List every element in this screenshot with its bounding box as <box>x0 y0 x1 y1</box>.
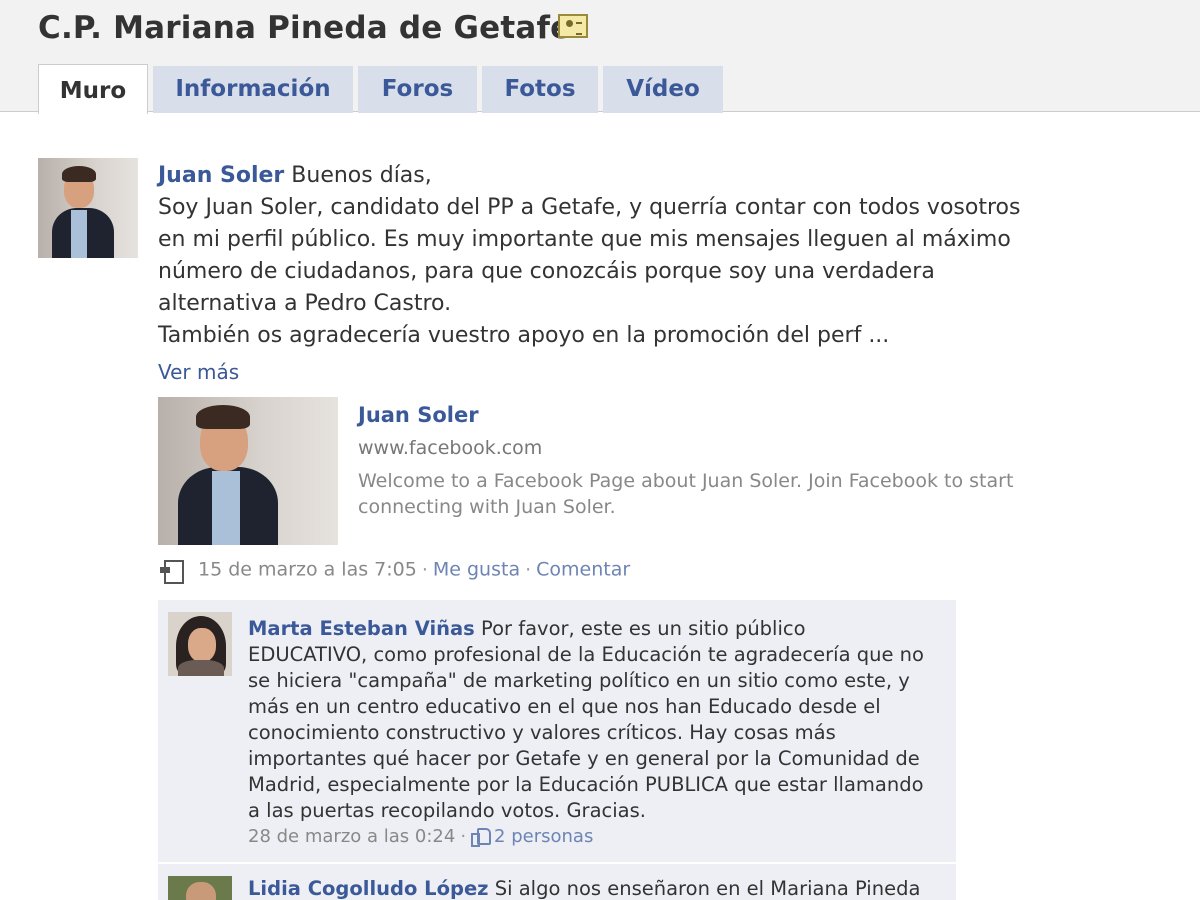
tab-muro[interactable]: Muro <box>38 64 148 114</box>
comment-line: Madrid, especialmente por la Educación P… <box>248 773 924 796</box>
comment-line: se hiciera "campaña" de marketing políti… <box>248 669 910 692</box>
tab-fotos[interactable]: Fotos <box>482 66 598 113</box>
post-body: Juan Soler Buenos días, Soy Juan Soler, … <box>158 160 1078 352</box>
attachment-url: www.facebook.com <box>358 437 543 459</box>
shared-link-icon <box>160 558 186 584</box>
post-line: alternativa a Pedro Castro. <box>158 291 452 316</box>
comment-line: importantes qué hacer por Getafe y en ge… <box>248 747 920 770</box>
comment-author[interactable]: Lidia Cogolludo López <box>248 877 489 900</box>
page-title: C.P. Mariana Pineda de Getafe <box>38 10 572 46</box>
attachment-title[interactable]: Juan Soler <box>358 403 479 427</box>
comment-body: Lidia Cogolludo López Si algo nos enseña… <box>248 876 920 900</box>
attachment-thumbnail[interactable] <box>158 397 338 545</box>
comment-body: Marta Esteban Viñas Por favor, este es u… <box>248 616 924 824</box>
separator: · <box>460 826 467 847</box>
thumbs-up-icon <box>471 827 492 847</box>
attachment-description: Welcome to a Facebook Page about Juan So… <box>358 468 1078 520</box>
post-line: número de ciudadanos, para que conozcáis… <box>158 259 935 284</box>
comment-line: más en un centro educativo en el que nos… <box>248 695 881 718</box>
tab-informacion[interactable]: Información <box>153 66 353 113</box>
comment-divider <box>158 862 956 864</box>
post-line: en mi perfil público. Es muy importante … <box>158 227 1011 252</box>
commenter-avatar[interactable] <box>168 876 232 900</box>
comment-line: conocimiento constructivo y valores crít… <box>248 721 836 744</box>
comment-link[interactable]: Comentar <box>536 559 630 581</box>
comment-timestamp[interactable]: 28 de marzo a las 0:24 <box>248 826 455 847</box>
see-more-link[interactable]: Ver más <box>158 360 239 384</box>
contact-card-icon[interactable] <box>558 14 588 38</box>
comment-meta: 28 de marzo a las 0:24 · 2 personas <box>248 826 593 847</box>
comment-line: Si algo nos enseñaron en el Mariana Pine… <box>494 877 921 900</box>
comment-line: Por favor, este es un sitio público <box>481 617 806 640</box>
separator: · <box>421 558 428 581</box>
tab-foros[interactable]: Foros <box>358 66 477 113</box>
comments-section: Marta Esteban Viñas Por favor, este es u… <box>158 600 956 900</box>
like-link[interactable]: Me gusta <box>433 559 520 581</box>
post-line: Soy Juan Soler, candidato del PP a Getaf… <box>158 195 1021 220</box>
separator: · <box>525 558 532 581</box>
attachment-description-line: connecting with Juan Soler. <box>358 496 616 518</box>
post-timestamp[interactable]: 15 de marzo a las 7:05 <box>198 559 417 581</box>
comment-author[interactable]: Marta Esteban Viñas <box>248 617 475 640</box>
comment-likes[interactable]: 2 personas <box>494 826 593 847</box>
post-line: Buenos días, <box>291 163 432 188</box>
comment-line: a las puertas recopilando votos. Gracias… <box>248 799 646 822</box>
post-line: También os agradecería vuestro apoyo en … <box>158 323 890 348</box>
post-author-avatar[interactable] <box>38 158 138 258</box>
tab-video[interactable]: Vídeo <box>603 66 723 113</box>
post-meta: 15 de marzo a las 7:05 · Me gusta · Comentar <box>160 558 630 584</box>
post-author-name[interactable]: Juan Soler <box>158 163 284 188</box>
attachment-description-line: Welcome to a Facebook Page about Juan So… <box>358 470 1014 492</box>
page-header: C.P. Mariana Pineda de Getafe Muro Infor… <box>0 0 1200 114</box>
comment-line: EDUCATIVO, como profesional de la Educac… <box>248 643 924 666</box>
commenter-avatar[interactable] <box>168 612 232 676</box>
